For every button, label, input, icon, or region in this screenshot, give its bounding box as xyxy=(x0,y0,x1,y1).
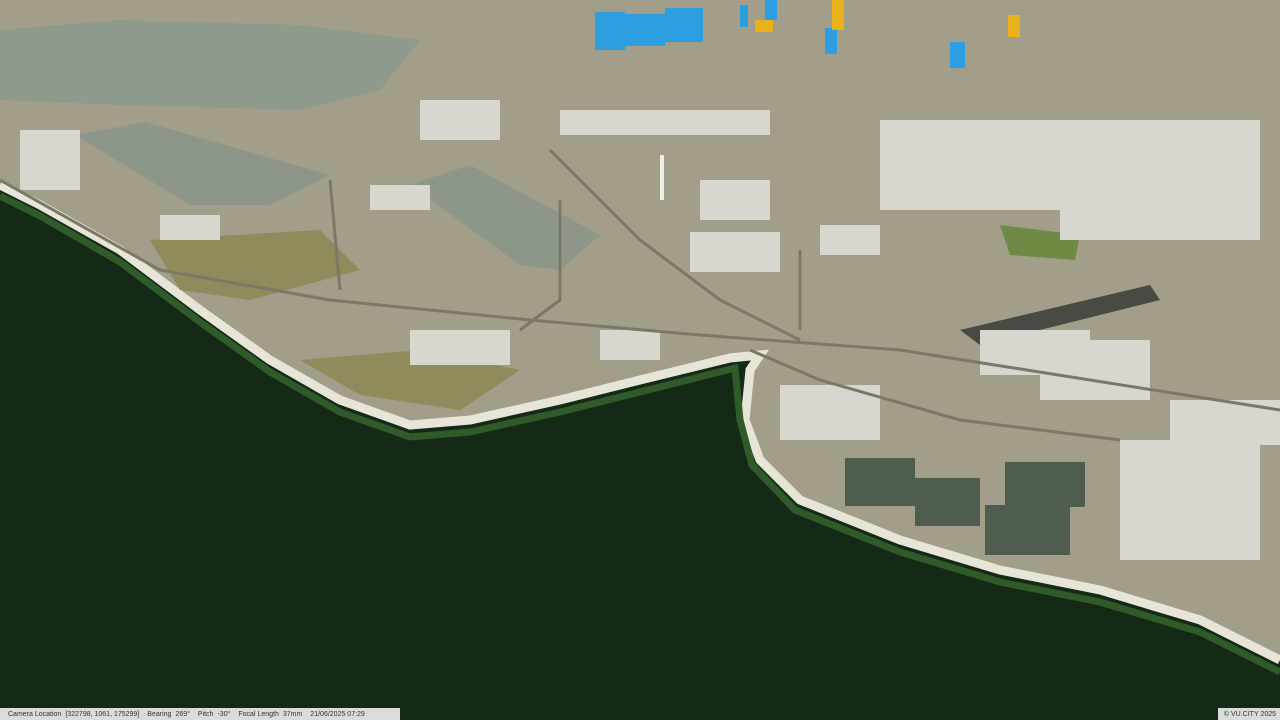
power-station-chimney xyxy=(660,155,664,200)
pitch-label: Pitch xyxy=(197,710,214,718)
bearing-value: 269° xyxy=(175,710,190,718)
copyright-notice: © VU.CITY 2025 xyxy=(1217,708,1280,720)
focal-length-value: 37mm xyxy=(282,710,303,718)
camera-status-bar: Camera Location [322798, 1061, 175299] B… xyxy=(0,708,400,720)
bearing-label: Bearing xyxy=(147,710,172,718)
focal-length-label: Focal Length xyxy=(238,710,279,718)
treatment-works-3 xyxy=(985,505,1070,555)
map-scene xyxy=(0,0,1280,720)
map-3d-viewport[interactable] xyxy=(0,0,1280,720)
treatment-works-1 xyxy=(845,458,915,506)
pitch-value: -30° xyxy=(217,710,231,718)
treatment-works-4 xyxy=(1005,462,1085,507)
treatment-works-2 xyxy=(915,478,980,526)
timestamp: 21/06/2025 07:29 xyxy=(310,710,365,718)
camera-location-value: [322798, 1061, 175299] xyxy=(65,710,140,718)
camera-location-label: Camera Location xyxy=(8,710,62,718)
